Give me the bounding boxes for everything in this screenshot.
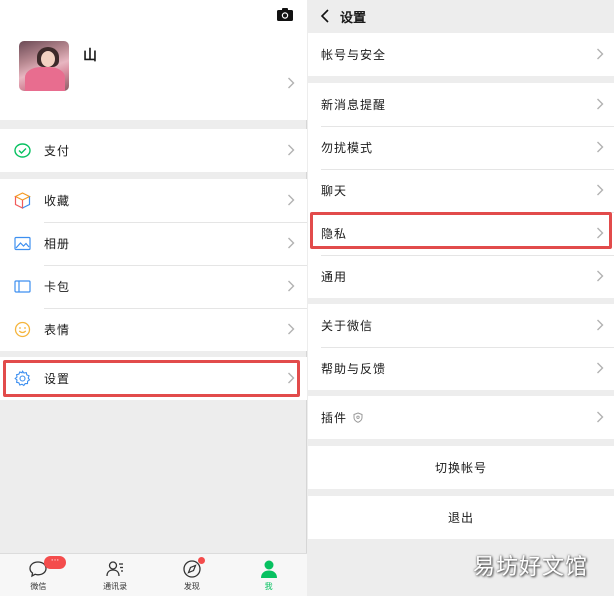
chevron-right-icon xyxy=(597,319,604,331)
settings-item-privacy[interactable]: 隐私 xyxy=(308,212,614,255)
menu-item-label: 卡包 xyxy=(44,280,71,294)
menu-item-stickers[interactable]: 表情 xyxy=(0,308,307,351)
person-icon xyxy=(260,560,277,578)
chevron-right-icon xyxy=(597,48,604,60)
settings-item-label: 聊天 xyxy=(321,184,348,198)
menu-item-label: 收藏 xyxy=(44,194,71,208)
switch-account-button[interactable]: 切换帐号 xyxy=(308,446,614,489)
card-wallet-icon xyxy=(14,280,31,293)
me-page: 山 支付 收藏 相册 卡包 表情 设置 ··· 微信 通讯录 发现 我 xyxy=(0,0,307,596)
menu-group-pay: 支付 xyxy=(0,129,307,172)
settings-item-label: 帮助与反馈 xyxy=(321,362,387,376)
tab-me[interactable]: 我 xyxy=(230,554,307,596)
back-arrow-icon[interactable] xyxy=(320,9,330,23)
settings-item-label: 勿扰模式 xyxy=(321,141,374,155)
switch-account-label: 切换帐号 xyxy=(434,461,487,475)
settings-item-general[interactable]: 通用 xyxy=(308,255,614,298)
tab-discover[interactable]: 发现 xyxy=(154,554,231,596)
gear-icon xyxy=(14,370,31,387)
chevron-right-icon xyxy=(597,98,604,110)
settings-item-label: 通用 xyxy=(321,270,348,284)
tab-label: 我 xyxy=(264,582,273,591)
settings-item-about[interactable]: 关于微信 xyxy=(308,304,614,347)
shield-icon xyxy=(353,412,363,423)
settings-item-label: 插件 xyxy=(321,411,348,425)
page-title: 设置 xyxy=(340,11,367,26)
tab-label: 微信 xyxy=(30,582,47,591)
menu-group-content: 收藏 相册 卡包 表情 xyxy=(0,179,307,351)
settings-item-do-not-disturb[interactable]: 勿扰模式 xyxy=(308,126,614,169)
screenshot: 山 支付 收藏 相册 卡包 表情 设置 ··· 微信 通讯录 发现 我 设置 帐… xyxy=(0,0,614,596)
menu-item-label: 设置 xyxy=(44,372,71,386)
settings-item-label: 关于微信 xyxy=(321,319,374,333)
smiley-icon xyxy=(14,321,31,338)
logout-group: 退出 xyxy=(308,496,614,539)
watermark-text: 易坊好文馆 xyxy=(472,555,588,580)
settings-item-label: 隐私 xyxy=(321,227,348,241)
settings-item-notifications[interactable]: 新消息提醒 xyxy=(308,83,614,126)
menu-item-settings[interactable]: 设置 xyxy=(0,357,307,400)
chevron-right-icon xyxy=(597,270,604,282)
image-icon xyxy=(14,236,31,251)
bottom-tab-bar: ··· 微信 通讯录 发现 我 xyxy=(0,553,307,596)
settings-item-chats[interactable]: 聊天 xyxy=(308,169,614,212)
menu-item-favorites[interactable]: 收藏 xyxy=(0,179,307,222)
chevron-right-icon xyxy=(288,237,295,249)
settings-item-label: 帐号与安全 xyxy=(321,48,387,62)
unread-badge: ··· xyxy=(44,556,66,569)
menu-item-label: 支付 xyxy=(44,144,71,158)
settings-group-plugins: 插件 xyxy=(308,396,614,439)
logout-label: 退出 xyxy=(447,511,474,525)
menu-item-label: 相册 xyxy=(44,237,71,251)
nickname: 山 xyxy=(83,48,97,64)
switch-account-group: 切换帐号 xyxy=(308,446,614,489)
chevron-right-icon xyxy=(288,194,295,206)
chevron-right-icon xyxy=(288,144,295,156)
tab-label: 通讯录 xyxy=(103,582,128,591)
notification-dot xyxy=(197,557,205,564)
menu-item-pay[interactable]: 支付 xyxy=(0,129,307,172)
settings-page: 设置 帐号与安全 新消息提醒 勿扰模式 聊天 隐私 通用 关于微信 帮助与反馈 … xyxy=(308,0,614,596)
menu-item-label: 表情 xyxy=(44,323,71,337)
settings-group-general: 新消息提醒 勿扰模式 聊天 隐私 通用 xyxy=(308,83,614,298)
chevron-right-icon xyxy=(288,77,295,89)
settings-group-about: 关于微信 帮助与反馈 xyxy=(308,304,614,390)
chevron-right-icon xyxy=(597,227,604,239)
chevron-right-icon xyxy=(288,372,295,384)
profile-header[interactable]: 山 xyxy=(0,0,307,120)
chevron-right-icon xyxy=(597,184,604,196)
tab-label: 发现 xyxy=(183,582,200,591)
tab-chats[interactable]: ··· 微信 xyxy=(0,554,77,596)
nav-bar: 设置 xyxy=(308,0,614,32)
settings-item-label: 新消息提醒 xyxy=(321,98,387,112)
settings-item-help-feedback[interactable]: 帮助与反馈 xyxy=(308,347,614,390)
avatar[interactable] xyxy=(19,41,69,91)
chevron-right-icon xyxy=(288,280,295,292)
settings-group-account: 帐号与安全 xyxy=(308,33,614,76)
chevron-right-icon xyxy=(597,362,604,374)
wallet-check-icon xyxy=(14,143,31,158)
logout-button[interactable]: 退出 xyxy=(308,496,614,539)
tab-contacts[interactable]: 通讯录 xyxy=(77,554,154,596)
chevron-right-icon xyxy=(597,411,604,423)
menu-item-album[interactable]: 相册 xyxy=(0,222,307,265)
chevron-right-icon xyxy=(597,141,604,153)
camera-icon[interactable] xyxy=(277,8,293,21)
contacts-icon xyxy=(106,561,124,577)
menu-item-cards[interactable]: 卡包 xyxy=(0,265,307,308)
settings-item-account-security[interactable]: 帐号与安全 xyxy=(308,33,614,76)
cube-icon xyxy=(14,192,31,209)
settings-item-plugins[interactable]: 插件 xyxy=(308,396,614,439)
menu-group-settings: 设置 xyxy=(0,357,307,400)
chevron-right-icon xyxy=(288,323,295,335)
